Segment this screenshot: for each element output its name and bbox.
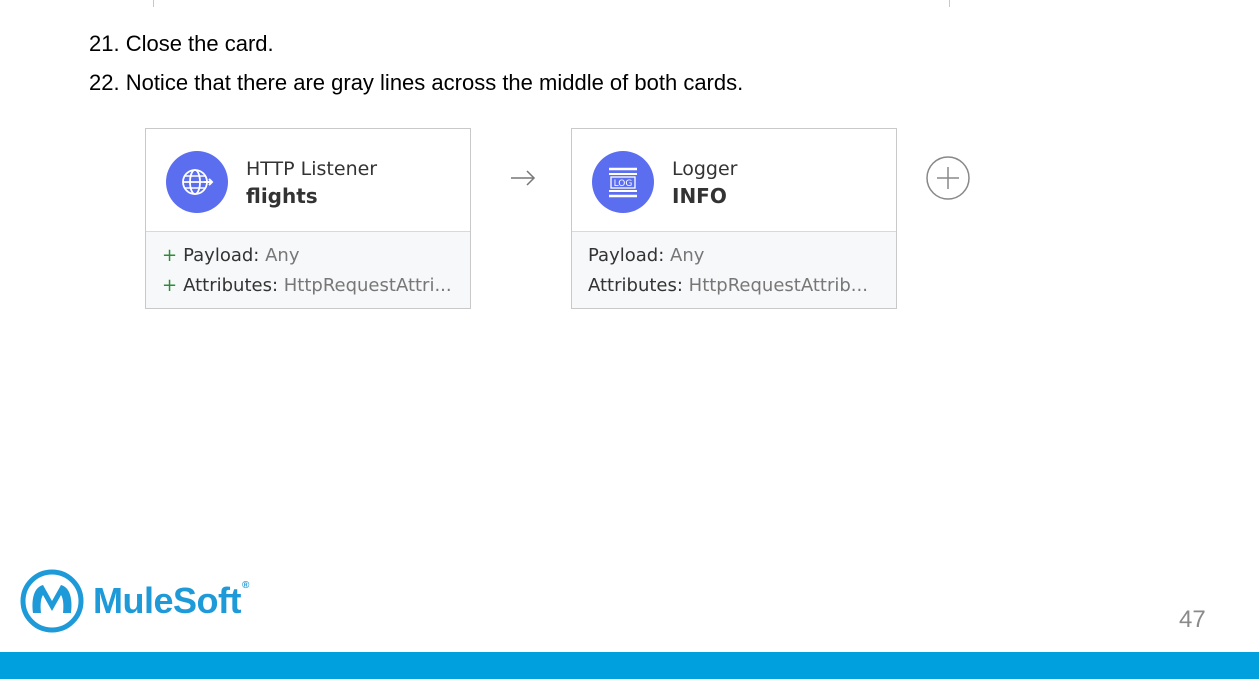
card-header: HTTP Listener flights [146, 129, 470, 231]
attributes-label: Attributes: [588, 275, 683, 296]
top-divider-right [949, 0, 950, 7]
payload-label: Payload: [588, 245, 665, 266]
payload-value: Any [670, 245, 705, 266]
card-subtitle: flights [246, 184, 318, 208]
svg-text:LOG: LOG [614, 179, 633, 189]
attributes-row: Attributes: HttpRequestAttrib... [588, 275, 868, 296]
payload-row: Payload: Any [588, 245, 704, 266]
attributes-value: HttpRequestAttrib... [688, 275, 868, 296]
card-title: HTTP Listener [246, 158, 378, 180]
expand-plus-icon[interactable]: + [162, 275, 177, 296]
expand-plus-icon[interactable]: + [162, 245, 177, 266]
card-metadata: + Payload: Any + Attributes: HttpRequestAt… [146, 231, 470, 308]
log-icon: LOG [592, 151, 654, 213]
globe-icon [166, 151, 228, 213]
brand-name: MuleSoft® [93, 580, 249, 621]
card-subtitle: INFO [672, 184, 727, 208]
attributes-label: Attributes: [183, 275, 279, 296]
step-21-text: 21. Close the card. [89, 31, 274, 56]
page-number: 47 [1179, 606, 1206, 633]
card-header: LOG Logger INFO [572, 129, 896, 231]
attributes-row[interactable]: + Attributes: HttpRequestAttri... [162, 275, 452, 296]
logger-card[interactable]: LOG Logger INFO Payload: Any Attributes:… [571, 128, 897, 309]
add-processor-button[interactable] [925, 155, 971, 201]
card-metadata: Payload: Any Attributes: HttpRequestAttr… [572, 231, 896, 308]
flow-arrow-icon [511, 170, 536, 186]
step-22-text: 22. Notice that there are gray lines acr… [89, 70, 744, 95]
attributes-value: HttpRequestAttri... [283, 275, 452, 296]
payload-value: Any [265, 245, 300, 266]
http-listener-card[interactable]: HTTP Listener flights + Payload: Any + Att… [145, 128, 471, 309]
card-title: Logger [672, 158, 738, 180]
footer-bar [0, 652, 1259, 679]
payload-row[interactable]: + Payload: Any [162, 245, 299, 266]
payload-label: Payload: [183, 245, 260, 266]
mulesoft-logo-icon [20, 569, 84, 633]
top-divider-left [153, 0, 154, 7]
